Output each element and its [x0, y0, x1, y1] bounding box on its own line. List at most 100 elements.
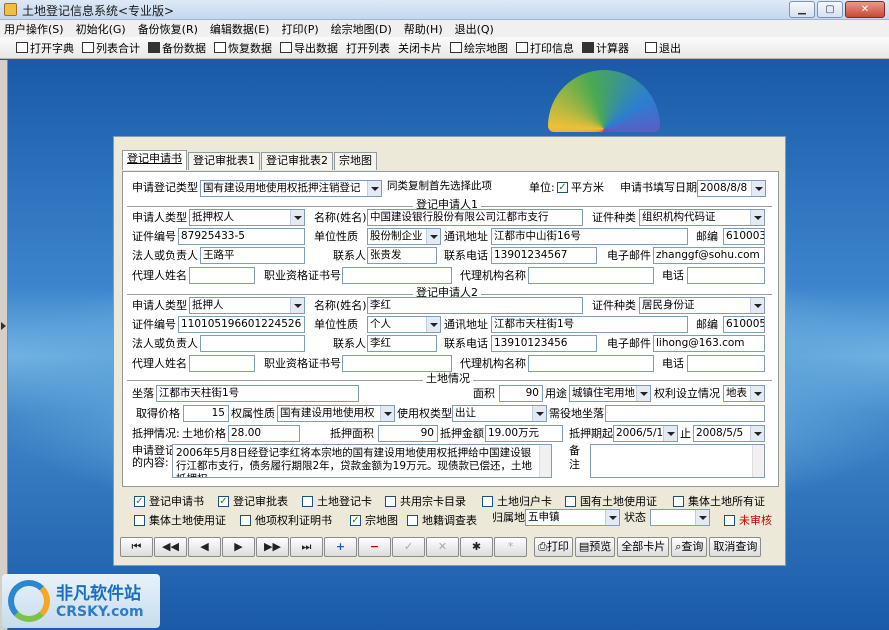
tab-application[interactable]: 登记申请书: [122, 150, 187, 170]
refresh-button[interactable]: ✱: [460, 537, 493, 557]
remark-textarea[interactable]: [590, 444, 765, 478]
add-record-button[interactable]: +: [324, 537, 357, 557]
content-textarea[interactable]: 2006年5月8日经登记李红将本宗地的国有建设用地使用权抵押给中国建设银行江都市…: [172, 444, 552, 478]
check-collective-use-cert[interactable]: 集体土地使用证: [134, 512, 226, 528]
next-record-button[interactable]: ▶: [222, 537, 255, 557]
print-info-button[interactable]: 打印信息: [516, 39, 574, 57]
check-other-rights-cert[interactable]: 他项权利证明书: [240, 512, 332, 528]
menu-edit[interactable]: 编辑数据(E): [210, 21, 270, 37]
applicant1-name-input[interactable]: 中国建设银行股份有限公司江都市支行: [367, 209, 583, 226]
right-nature-select[interactable]: 国有建设用地使用权: [277, 405, 395, 422]
list-total-button[interactable]: 列表合计: [82, 39, 140, 57]
applicant2-contact-input[interactable]: 李红: [367, 335, 437, 352]
cancel-query-button[interactable]: 取消查询: [709, 537, 762, 557]
open-list-button[interactable]: 打开列表: [346, 39, 390, 57]
all-cards-button[interactable]: 全部卡片: [617, 537, 670, 557]
applicant1-cert-no-input[interactable]: 87925433-5: [178, 228, 305, 245]
applicant1-tel-input[interactable]: [687, 267, 765, 284]
menu-init[interactable]: 初始化(G): [76, 21, 126, 37]
check-household-card[interactable]: 土地归户卡: [482, 493, 552, 509]
applicant2-address-input[interactable]: 江都市天柱街1号: [491, 316, 688, 333]
close-button[interactable]: ✕: [845, 1, 885, 18]
menu-draw-map[interactable]: 绘宗地图(D): [331, 21, 392, 37]
check-collective-own-cert[interactable]: 集体土地所有证: [673, 493, 765, 509]
minimize-button[interactable]: ▁: [789, 1, 815, 18]
status-select[interactable]: [650, 509, 710, 526]
applicant1-agent-input[interactable]: [189, 267, 255, 284]
applicant2-agency-input[interactable]: [528, 355, 654, 372]
price-input[interactable]: 15: [183, 405, 229, 422]
tab-approval-2[interactable]: 登记审批表2: [261, 152, 333, 170]
query-button[interactable]: ⌕查询: [671, 537, 708, 557]
applicant1-agency-input[interactable]: [528, 267, 654, 284]
area-input[interactable]: 90: [499, 385, 543, 402]
applicant2-type-select[interactable]: 抵押人: [189, 297, 305, 314]
check-shared-card-index[interactable]: 共用宗卡目录: [385, 493, 466, 509]
applicant1-phone-input[interactable]: 13901234567: [491, 247, 597, 264]
cancel-edit-button[interactable]: ✕: [426, 537, 459, 557]
applicant2-postcode-input[interactable]: 610005: [723, 316, 765, 333]
applicant2-phone-input[interactable]: 13910123456: [491, 335, 597, 352]
check-unreviewed[interactable]: 未审核: [724, 512, 772, 528]
restore-button[interactable]: 恢复数据: [214, 39, 272, 57]
land-price-input[interactable]: 28.00: [228, 425, 300, 442]
check-approval[interactable]: ✓ 登记审批表: [218, 493, 288, 509]
menu-user[interactable]: 用户操作(S): [4, 21, 64, 37]
prev-record-button[interactable]: ◀: [188, 537, 221, 557]
applicant2-cert-type-select[interactable]: 居民身份证: [639, 297, 765, 314]
applicant2-email-input[interactable]: lihong@163.com: [653, 335, 765, 352]
remark-scrollbar[interactable]: [752, 445, 764, 477]
applicant1-address-input[interactable]: 江都市中山街16号: [491, 228, 688, 245]
period-end-picker[interactable]: 2008/5/5: [693, 425, 765, 442]
menu-exit[interactable]: 退出(Q): [455, 21, 494, 37]
check-state-land-cert[interactable]: 国有土地使用证: [565, 493, 657, 509]
tab-parcel-map[interactable]: 宗地图: [334, 152, 377, 170]
draw-map-button[interactable]: 绘宗地图: [450, 39, 508, 57]
menu-help[interactable]: 帮助(H): [404, 21, 443, 37]
check-cadastral-survey[interactable]: 地籍调查表: [407, 512, 477, 528]
service-input[interactable]: [605, 405, 765, 422]
applicant2-unit-nature-select[interactable]: 个人: [367, 316, 441, 333]
applicant1-legal-rep-input[interactable]: 王路平: [200, 247, 305, 264]
mortgage-amount-input[interactable]: 19.00万元: [485, 425, 563, 442]
use-select[interactable]: 城镇住宅用地: [569, 385, 651, 402]
rights-select[interactable]: 地表: [723, 385, 765, 402]
unit-checkbox[interactable]: ✓: [557, 182, 568, 193]
last-record-button[interactable]: ⏭: [290, 537, 323, 557]
check-application[interactable]: ✓ 登记申请书: [134, 493, 204, 509]
print-button[interactable]: ⎙打印: [534, 537, 573, 557]
applicant2-qual-cert-input[interactable]: [342, 355, 452, 372]
applicant2-name-input[interactable]: 李红: [367, 297, 583, 314]
confirm-button[interactable]: ✓: [392, 537, 425, 557]
post-button[interactable]: *: [494, 537, 527, 557]
menu-print[interactable]: 打印(P): [281, 21, 318, 37]
applicant2-tel-input[interactable]: [687, 355, 765, 372]
left-splitter[interactable]: [0, 60, 8, 630]
calculator-button[interactable]: 计算器: [582, 39, 629, 57]
exit-button[interactable]: 退出: [645, 39, 681, 57]
prev-page-button[interactable]: ◀◀: [154, 537, 187, 557]
apply-type-select[interactable]: 国有建设用地使用权抵押注销登记: [200, 180, 382, 197]
next-page-button[interactable]: ▶▶: [256, 537, 289, 557]
mortgage-area-input[interactable]: 90: [378, 425, 438, 442]
applicant1-email-input[interactable]: zhanggf@sohu.com: [653, 247, 765, 264]
use-right-type-select[interactable]: 出让: [452, 405, 547, 422]
fill-date-picker[interactable]: 2008/8/8: [697, 180, 766, 197]
applicant1-unit-nature-select[interactable]: 股份制企业: [367, 228, 441, 245]
maximize-button[interactable]: ▢: [817, 1, 843, 18]
applicant2-agent-input[interactable]: [189, 355, 255, 372]
content-scrollbar[interactable]: [539, 445, 551, 477]
close-card-button[interactable]: 关闭卡片: [398, 39, 442, 57]
check-land-card[interactable]: 土地登记卡: [302, 493, 372, 509]
export-button[interactable]: 导出数据: [280, 39, 338, 57]
menu-backup[interactable]: 备份恢复(R): [138, 21, 198, 37]
applicant1-contact-input[interactable]: 张贵发: [367, 247, 437, 264]
applicant1-cert-type-select[interactable]: 组织机构代码证: [639, 209, 765, 226]
expand-arrow-icon[interactable]: [1, 322, 6, 330]
first-record-button[interactable]: ⏮: [120, 537, 153, 557]
location-input[interactable]: 江都市天柱街1号: [156, 385, 359, 402]
applicant1-qual-cert-input[interactable]: [342, 267, 452, 284]
applicant2-legal-rep-input[interactable]: [200, 335, 305, 352]
belong-select[interactable]: 五申镇: [525, 509, 620, 526]
check-parcel-map[interactable]: ✓ 宗地图: [350, 512, 398, 528]
